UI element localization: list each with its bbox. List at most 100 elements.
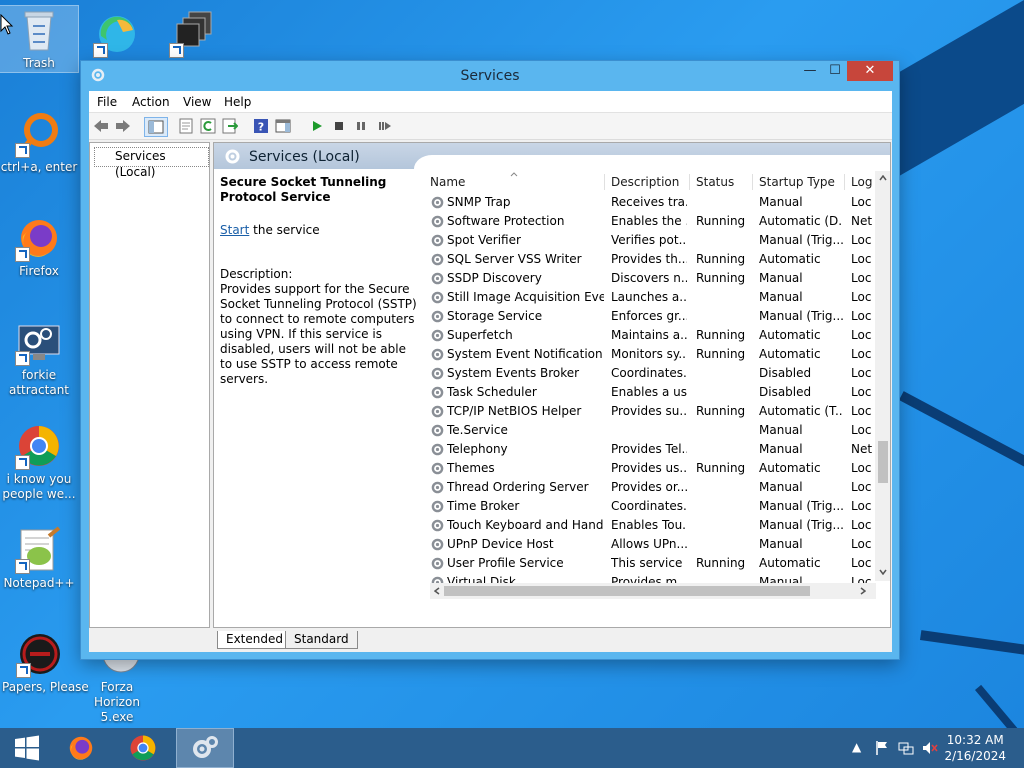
minimize-button[interactable]: — [797, 61, 823, 81]
cell-log-on-as: Net [851, 214, 873, 228]
menu-view[interactable]: View [183, 95, 211, 109]
tab-standard[interactable]: Standard [285, 631, 358, 649]
service-gear-icon [431, 481, 444, 494]
desktop-icon-chrome-profile[interactable]: i know you people we... [0, 422, 78, 502]
cell-name: Superfetch [447, 328, 513, 342]
firefox-icon [15, 214, 63, 262]
taskbar-clock[interactable]: 10:32 AM 2/16/2024 [944, 732, 1006, 764]
service-gear-icon [431, 443, 444, 456]
table-row[interactable]: Time Broker Coordinates... Manual (Trig...… [430, 497, 878, 516]
pause-service-button[interactable] [352, 117, 370, 135]
stop-service-button[interactable] [330, 117, 348, 135]
desktop-icon-papers-please[interactable]: Papers, Please [0, 630, 89, 695]
scroll-down-icon[interactable] [879, 569, 887, 575]
taskbar-firefox[interactable] [54, 728, 108, 768]
table-row[interactable]: Task Scheduler Enables a us... Disabled Loc [430, 383, 878, 402]
table-row[interactable]: Te.Service Manual Loc [430, 421, 878, 440]
menu-action[interactable]: Action [132, 95, 170, 109]
notepadpp-icon [15, 526, 63, 574]
desktop: Trash ctrl+a, enter Firefox forkie attra… [0, 0, 1024, 728]
service-gear-icon [431, 310, 444, 323]
table-row[interactable]: Superfetch Maintains a... Running Automatic… [430, 326, 878, 345]
cell-log-on-as: Loc [851, 195, 872, 209]
help-button[interactable]: ? [252, 117, 270, 135]
toolbar: ? [89, 113, 892, 140]
table-row[interactable]: System Event Notification S... Monitors s… [430, 345, 878, 364]
network-icon[interactable] [898, 740, 914, 756]
close-button[interactable]: ✕ [847, 61, 893, 81]
table-row[interactable]: SSDP Discovery Discovers n... Running Manua… [430, 269, 878, 288]
cell-log-on-as: Loc [851, 252, 872, 266]
table-row[interactable]: SQL Server VSS Writer Provides th... Runni… [430, 250, 878, 269]
column-header-log-on-as[interactable]: Log [851, 175, 872, 189]
volume-muted-icon[interactable] [922, 740, 938, 756]
table-row[interactable]: Still Image Acquisition Events Launches a… [430, 288, 878, 307]
table-row[interactable]: Storage Service Enforces gr... Manual (Tri… [430, 307, 878, 326]
resume-service-button[interactable] [376, 117, 394, 135]
pause-icon [357, 122, 365, 130]
horizontal-scrollbar[interactable] [430, 583, 876, 599]
table-row[interactable]: Spot Verifier Verifies pot... Manual (Trig… [430, 231, 878, 250]
refresh-button[interactable] [199, 117, 217, 135]
scroll-left-icon[interactable] [434, 587, 440, 595]
table-row[interactable]: Touch Keyboard and Hand... Enables Tou...… [430, 516, 878, 535]
desktop-icon-edge[interactable] [78, 10, 156, 60]
table-row[interactable]: Thread Ordering Server Provides or... Manu… [430, 478, 878, 497]
cell-name: Te.Service [447, 423, 508, 437]
column-header-startup-type[interactable]: Startup Type [759, 175, 835, 189]
cell-name: Spot Verifier [447, 233, 521, 247]
desktop-icon-firefox[interactable]: Firefox [0, 214, 78, 279]
tree-item-services-local[interactable]: Services (Local) [94, 147, 209, 179]
properties-button[interactable] [177, 117, 195, 135]
arrow-left-icon [94, 120, 108, 132]
wallpaper-beam [899, 391, 1024, 570]
maximize-button[interactable]: ☐ [822, 61, 848, 81]
scroll-up-icon[interactable] [879, 175, 887, 181]
column-header-status[interactable]: Status [696, 175, 734, 189]
start-service-button[interactable] [308, 117, 326, 135]
taskbar-chrome[interactable] [116, 728, 170, 768]
tab-extended[interactable]: Extended [217, 631, 292, 649]
cell-log-on-as: Loc [851, 271, 872, 285]
shortcut-arrow-icon [15, 351, 30, 366]
table-row[interactable]: User Profile Service This service ... Runn… [430, 554, 878, 573]
desktop-icon-label: Trash [23, 56, 55, 70]
back-button[interactable] [92, 117, 110, 135]
desktop-icon-windows[interactable] [154, 10, 232, 60]
menu-help[interactable]: Help [224, 95, 251, 109]
menu-file[interactable]: File [97, 95, 117, 109]
table-row[interactable]: UPnP Device Host Allows UPn... Manual Loc [430, 535, 878, 554]
desktop-icon-ctrl-a-enter[interactable]: ctrl+a, enter [0, 110, 78, 175]
table-row[interactable]: System Events Broker Coordinates... Disabl… [430, 364, 878, 383]
column-header-description[interactable]: Description [611, 175, 679, 189]
scroll-right-icon[interactable] [860, 587, 866, 595]
start-button[interactable] [0, 728, 54, 768]
horizontal-scroll-thumb[interactable] [444, 586, 810, 596]
action-center-flag-icon[interactable] [874, 740, 890, 756]
column-header-name[interactable]: Name [430, 175, 465, 189]
show-hidden-icons-button[interactable]: ▲ [852, 740, 861, 754]
vertical-scroll-thumb[interactable] [878, 441, 888, 483]
export-list-button[interactable] [221, 117, 239, 135]
desktop-icon-forkie[interactable]: forkie attractant [0, 318, 78, 398]
service-gear-icon [431, 329, 444, 342]
table-row[interactable]: TCP/IP NetBIOS Helper Provides su... Runni… [430, 402, 878, 421]
service-gear-icon [431, 557, 444, 570]
show-hide-action-pane-button[interactable] [274, 117, 292, 135]
shortcut-arrow-icon [15, 143, 30, 158]
cell-description: Provides Tel... [611, 442, 687, 456]
forward-button[interactable] [114, 117, 132, 135]
table-row[interactable]: Themes Provides us... Running Automatic Loc [430, 459, 878, 478]
taskbar-services[interactable] [176, 728, 234, 768]
vertical-scrollbar[interactable] [875, 171, 890, 581]
table-row[interactable]: Telephony Provides Tel... Manual Net [430, 440, 878, 459]
table-row[interactable]: SNMP Trap Receives tra... Manual Loc [430, 193, 878, 212]
cell-status: Running [696, 404, 746, 418]
title-bar[interactable]: Services — ☐ ✕ [81, 61, 899, 91]
cell-description: Enforces gr... [611, 309, 687, 323]
clock-time: 10:32 AM [946, 733, 1004, 747]
table-row[interactable]: Software Protection Enables the ... Runnin… [430, 212, 878, 231]
desktop-icon-notepadpp[interactable]: Notepad++ [0, 526, 78, 591]
show-hide-console-tree-button[interactable] [144, 117, 168, 137]
start-service-link[interactable]: Start [220, 223, 249, 237]
